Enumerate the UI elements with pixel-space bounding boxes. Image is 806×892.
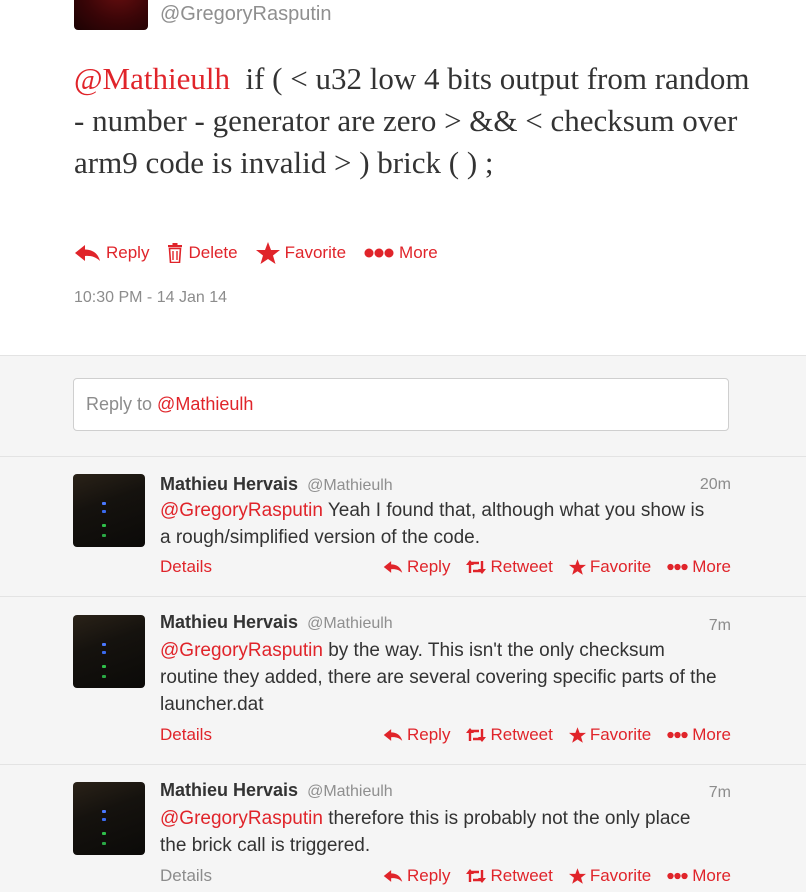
list-item: Mathieu Hervais @Mathieulh 20m @GregoryR…: [0, 457, 806, 597]
reply-button[interactable]: Reply: [383, 725, 450, 745]
retweet-label: Retweet: [490, 866, 553, 885]
tweet-mention[interactable]: @Mathieulh: [74, 61, 230, 96]
reply-mention[interactable]: @GregoryRasputin: [160, 500, 323, 521]
reply-action-group: Reply Retweet Favorite More: [367, 866, 731, 886]
author-avatar[interactable]: [74, 0, 148, 30]
retweet-button[interactable]: Retweet: [466, 866, 553, 886]
favorite-button[interactable]: Favorite: [568, 725, 652, 745]
favorite-label: Favorite: [589, 866, 652, 885]
avatar[interactable]: [73, 782, 145, 855]
user-handle[interactable]: @Mathieulh: [307, 783, 393, 800]
favorite-button[interactable]: Favorite: [568, 557, 652, 577]
reply-header: Mathieu Hervais @Mathieulh: [160, 780, 393, 801]
details-link[interactable]: Details: [160, 557, 212, 577]
tweet-text: @Mathieulh if ( < u32 low 4 bits output …: [74, 58, 764, 184]
user-name[interactable]: Mathieu Hervais: [160, 612, 298, 632]
star-icon: [568, 727, 586, 743]
reply-label: Reply: [407, 557, 451, 576]
avatar[interactable]: [73, 615, 145, 688]
user-handle[interactable]: @Mathieulh: [307, 477, 393, 494]
retweet-icon: [466, 728, 487, 742]
reply-arrow-icon: [383, 870, 403, 882]
more-dots-icon: [364, 248, 394, 258]
star-icon: [568, 868, 586, 884]
reply-arrow-icon: [383, 561, 403, 573]
delete-label: Delete: [188, 243, 238, 262]
delete-button[interactable]: Delete: [167, 243, 238, 263]
user-handle[interactable]: @Mathieulh: [307, 615, 393, 632]
trash-icon: [168, 243, 183, 263]
more-label: More: [692, 557, 731, 576]
reply-action-group: Reply Retweet Favorite More: [367, 557, 731, 577]
retweet-button[interactable]: Retweet: [466, 557, 553, 577]
reply-button[interactable]: Reply: [74, 243, 149, 263]
retweet-label: Retweet: [490, 557, 553, 576]
more-button[interactable]: More: [364, 243, 438, 263]
reply-arrow-icon: [75, 245, 100, 261]
user-name[interactable]: Mathieu Hervais: [160, 474, 298, 494]
avatar[interactable]: [73, 474, 145, 547]
list-item: Mathieu Hervais @Mathieulh 7m @GregoryRa…: [0, 765, 806, 892]
reply-input[interactable]: Reply to @Mathieulh: [73, 378, 729, 431]
reply-text: @GregoryRasputin by the way. This isn't …: [160, 637, 720, 718]
more-dots-icon: [667, 731, 688, 739]
reply-mention[interactable]: @GregoryRasputin: [160, 640, 323, 661]
more-label: More: [692, 725, 731, 744]
retweet-label: Retweet: [490, 725, 553, 744]
star-icon: [568, 559, 586, 575]
reply-time[interactable]: 7m: [709, 617, 731, 635]
more-button[interactable]: More: [667, 725, 731, 745]
list-item: Mathieu Hervais @Mathieulh 7m @GregoryRa…: [0, 597, 806, 765]
more-button[interactable]: More: [667, 866, 731, 886]
replies-list: Mathieu Hervais @Mathieulh 20m @GregoryR…: [0, 457, 806, 892]
favorite-button[interactable]: Favorite: [568, 866, 652, 886]
reply-text: @GregoryRasputin therefore this is proba…: [160, 805, 720, 859]
reply-label: Reply: [407, 725, 451, 744]
details-link[interactable]: Details: [160, 725, 212, 745]
retweet-icon: [466, 560, 487, 574]
reply-time[interactable]: 20m: [700, 476, 731, 494]
more-dots-icon: [667, 872, 688, 880]
reply-composer-area: Reply to @Mathieulh: [0, 355, 806, 457]
favorite-label: Favorite: [589, 557, 652, 576]
tweet-timestamp[interactable]: 10:30 PM - 14 Jan 14: [74, 289, 227, 307]
tweet-actions: Reply Delete Favorite More: [74, 240, 456, 266]
user-name[interactable]: Mathieu Hervais: [160, 780, 298, 800]
author-handle[interactable]: @GregoryRasputin: [160, 3, 331, 26]
reply-placeholder-mention: @Mathieulh: [157, 394, 254, 414]
reply-time[interactable]: 7m: [709, 784, 731, 802]
reply-actions: Details Reply Retweet Favorite More: [160, 866, 731, 890]
more-button[interactable]: More: [667, 557, 731, 577]
favorite-button[interactable]: Favorite: [255, 242, 347, 264]
reply-mention[interactable]: @GregoryRasputin: [160, 808, 323, 829]
more-label: More: [399, 243, 438, 262]
reply-actions: Details Reply Retweet Favorite More: [160, 557, 731, 581]
reply-label: Reply: [407, 866, 451, 885]
more-dots-icon: [667, 563, 688, 571]
retweet-icon: [466, 869, 487, 883]
reply-placeholder-prefix: Reply to: [86, 394, 158, 414]
favorite-label: Favorite: [284, 243, 347, 262]
reply-label: Reply: [106, 243, 150, 262]
main-tweet: @GregoryRasputin @Mathieulh if ( < u32 l…: [0, 0, 806, 355]
reply-action-group: Reply Retweet Favorite More: [367, 725, 731, 745]
retweet-button[interactable]: Retweet: [466, 725, 553, 745]
more-label: More: [692, 866, 731, 885]
reply-arrow-icon: [383, 729, 403, 741]
reply-text: @GregoryRasputin Yeah I found that, alth…: [160, 497, 720, 551]
reply-button[interactable]: Reply: [383, 866, 450, 886]
details-link[interactable]: Details: [160, 866, 212, 886]
reply-button[interactable]: Reply: [383, 557, 450, 577]
reply-header: Mathieu Hervais @Mathieulh: [160, 474, 393, 495]
reply-actions: Details Reply Retweet Favorite More: [160, 725, 731, 749]
star-icon: [255, 242, 280, 264]
reply-header: Mathieu Hervais @Mathieulh: [160, 612, 393, 633]
favorite-label: Favorite: [589, 725, 652, 744]
